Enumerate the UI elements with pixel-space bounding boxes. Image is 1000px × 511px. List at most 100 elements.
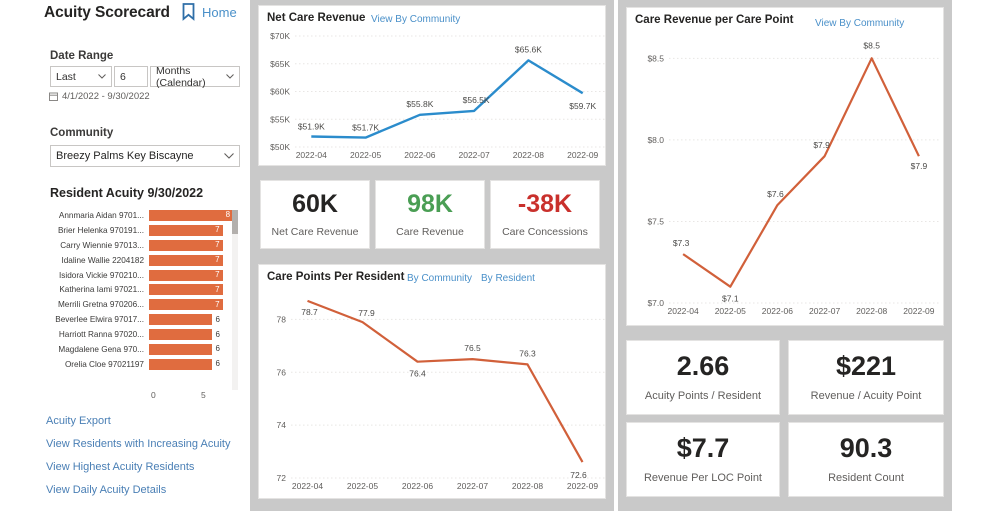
table-row[interactable]: Katherina Iami 97021... 7 xyxy=(44,282,240,297)
link-view-highest-acuity-residents[interactable]: View Highest Acuity Residents xyxy=(46,461,194,473)
kpi-revenue-per-loc-point: $7.7 Revenue Per LOC Point xyxy=(626,422,780,497)
bar-label: Merrili Gretna 970206... xyxy=(57,300,144,310)
community-value: Breezy Palms Key Biscayne xyxy=(56,150,194,162)
x-axis-tick: 2022-08 xyxy=(856,306,887,316)
data-label: $56.5K xyxy=(463,95,490,105)
date-count-value: 6 xyxy=(120,70,126,83)
resident-acuity-bar-chart[interactable]: Annmaria Aidan 9701... 8 Brier Helenka 970… xyxy=(44,208,240,390)
bar-label: Brier Helenka 970191... xyxy=(57,225,144,235)
kpi-care-revenue: 98K Care Revenue xyxy=(375,180,485,249)
bar-value: 7 xyxy=(215,299,220,309)
bar-fill xyxy=(149,239,224,251)
bar-fill xyxy=(149,358,213,370)
data-label: $7.1 xyxy=(722,294,739,304)
data-label: $7.3 xyxy=(673,238,690,248)
table-row[interactable]: Orelia Cloe 97021197 6 xyxy=(44,357,240,372)
table-row[interactable]: Harriott Ranna 97020... 6 xyxy=(44,327,240,342)
date-relative-select[interactable]: Last xyxy=(50,66,112,87)
y-axis-tick: 72 xyxy=(277,473,287,483)
bar-track: 7 xyxy=(149,254,240,266)
bar-track: 7 xyxy=(149,224,240,236)
bar-fill xyxy=(149,224,224,236)
net-care-revenue-card: Net Care Revenue View By Community $50K $… xyxy=(258,5,606,166)
bar-fill xyxy=(149,269,224,281)
x-axis-tick: 2022-04 xyxy=(292,481,323,491)
chevron-down-icon xyxy=(98,74,106,79)
kpi-revenue-per-loc-point-label: Revenue Per LOC Point xyxy=(643,472,762,484)
link-acuity-export[interactable]: Acuity Export xyxy=(46,415,111,427)
x-axis-tick: 2022-05 xyxy=(350,150,381,160)
data-label: $65.6K xyxy=(515,44,542,54)
x-axis-tick: 2022-09 xyxy=(903,306,934,316)
date-unit-select[interactable]: Months (Calendar) xyxy=(150,65,240,89)
kpi-net-care-revenue-value: 60K xyxy=(292,189,338,218)
x-axis-tick: 2022-09 xyxy=(567,481,598,491)
table-row[interactable]: Beverlee Elwira 97017... 6 xyxy=(44,312,240,327)
data-label: $7.9 xyxy=(813,140,830,150)
bar-value: 7 xyxy=(215,270,220,279)
care-points-per-resident-plot: 72 74 76 78 78.7 77.9 76.4 76.5 76.3 72.6 2022-04 2… xyxy=(277,299,605,491)
y-axis-tick: 78 xyxy=(277,314,287,324)
care-revenue-per-care-point-card: Care Revenue per Care Point View By Comm… xyxy=(626,7,944,326)
bar-label: Harriott Ranna 97020... xyxy=(58,330,144,340)
kpi-care-concessions-value: -38K xyxy=(517,189,573,218)
kpi-net-care-revenue-label: Net Care Revenue xyxy=(271,225,359,238)
bar-value: 7 xyxy=(215,284,220,294)
date-relative-value: Last xyxy=(56,70,76,83)
bar-label: Isidora Vickie 970210... xyxy=(59,270,144,280)
kpi-revenue-per-acuity-point-value: $221 xyxy=(835,351,897,381)
link-view-daily-acuity-details[interactable]: View Daily Acuity Details xyxy=(46,484,166,496)
table-row[interactable]: Brier Helenka 970191... 7 xyxy=(44,223,240,238)
bar-track: 6 xyxy=(149,358,240,370)
bar-label: Beverlee Elwira 97017... xyxy=(55,315,144,325)
table-row[interactable]: Carry Wiennie 97013... 7 xyxy=(44,238,240,253)
bar-label: Katherina Iami 97021... xyxy=(59,285,144,295)
x-axis-tick: 2022-08 xyxy=(512,481,543,491)
bar-fill xyxy=(149,209,234,221)
bar-label: Idaline Wallie 2204182 xyxy=(61,255,144,265)
table-row[interactable]: Isidora Vickie 970210... 7 xyxy=(44,268,240,283)
bar-value: 7 xyxy=(215,240,220,250)
x-axis-tick: 2022-07 xyxy=(809,306,840,316)
y-axis-tick: $7.0 xyxy=(647,298,664,308)
bar-track: 6 xyxy=(149,314,240,326)
table-row[interactable]: Magdalene Gena 970... 6 xyxy=(44,342,240,357)
chevron-down-icon xyxy=(226,74,234,79)
chevron-down-icon xyxy=(224,153,234,159)
home-link[interactable]: Home xyxy=(182,3,237,21)
series-line xyxy=(307,299,584,463)
data-label: 78.7 xyxy=(301,307,318,317)
bar-fill xyxy=(149,343,213,355)
date-range-value: 4/1/2022 - 9/30/2022 xyxy=(62,91,150,102)
care-revenue-per-care-point-plot: $7.0 $7.5 $8.0 $8.5 $7.3 $7.1 $7.6 $7.9 $8.5 $7.9… xyxy=(647,40,939,316)
bar-track: 7 xyxy=(149,284,240,296)
bar-fill xyxy=(149,329,213,341)
kpi-care-concessions: -38K Care Concessions xyxy=(490,180,600,249)
community-select[interactable]: Breezy Palms Key Biscayne xyxy=(50,145,240,167)
table-row[interactable]: Merrili Gretna 970206... 7 xyxy=(44,297,240,312)
date-range-label: Date Range xyxy=(50,50,114,62)
y-axis-tick: $8.5 xyxy=(647,53,664,63)
bar-value: 6 xyxy=(215,344,220,354)
resident-acuity-title: Resident Acuity 9/30/2022 xyxy=(50,186,204,200)
bar-value: 6 xyxy=(215,329,220,339)
resident-acuity-scrollbar[interactable] xyxy=(232,210,238,390)
data-label: 76.3 xyxy=(519,348,536,358)
data-label: $51.7K xyxy=(352,123,379,133)
link-view-residents-increasing-acuity[interactable]: View Residents with Increasing Acuity xyxy=(46,438,230,450)
x-axis-tick: 2022-05 xyxy=(715,306,746,316)
scrollbar-thumb[interactable] xyxy=(232,210,238,234)
kpi-resident-count: 90.3 Resident Count xyxy=(788,422,944,497)
kpi-acuity-points-per-resident-value: 2.66 xyxy=(676,351,730,381)
y-axis-tick: 76 xyxy=(277,367,287,377)
date-count-input[interactable]: 6 xyxy=(114,66,148,87)
bar-label: Annmaria Aidan 9701... xyxy=(58,210,144,220)
kpi-acuity-points-per-resident: 2.66 Acuity Points / Resident xyxy=(626,340,780,415)
table-row[interactable]: Idaline Wallie 2204182 7 xyxy=(44,253,240,268)
kpi-care-concessions-label: Care Concessions xyxy=(502,225,588,238)
data-label: 76.5 xyxy=(464,343,481,353)
y-axis-tick: $8.0 xyxy=(647,135,664,145)
bar-track: 7 xyxy=(149,299,240,311)
data-label: $7.6 xyxy=(767,189,784,199)
table-row[interactable]: Annmaria Aidan 9701... 8 xyxy=(44,208,240,223)
